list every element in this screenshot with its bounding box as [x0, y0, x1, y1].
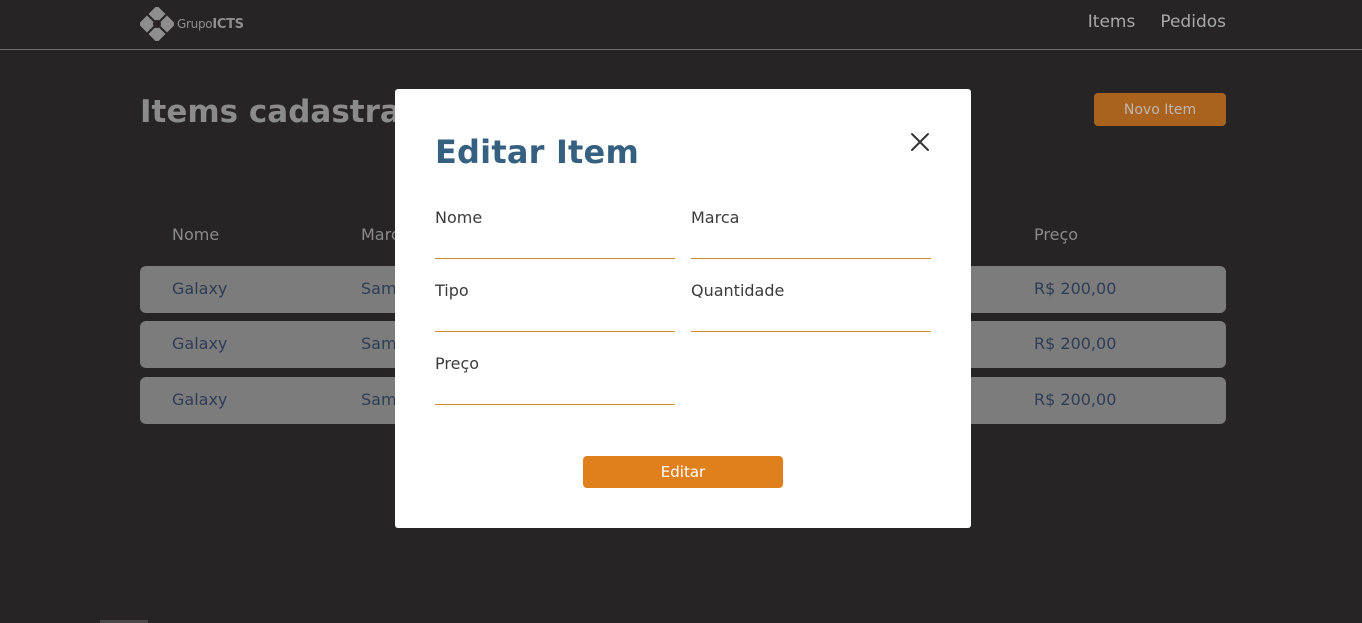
cell-nome: Galaxy: [172, 279, 228, 298]
logo-prefix: Grupo: [177, 16, 213, 31]
nome-input[interactable]: [435, 233, 675, 259]
nav-item-items[interactable]: Items: [1088, 12, 1136, 32]
close-icon: [911, 133, 929, 151]
edit-submit-button[interactable]: Editar: [583, 456, 783, 488]
field-nome: Nome: [435, 208, 675, 259]
cell-preco: R$ 200,00: [1034, 390, 1117, 409]
field-label-quantidade: Quantidade: [691, 281, 785, 300]
field-tipo: Tipo: [435, 281, 675, 332]
cell-nome: Galaxy: [172, 334, 228, 353]
logo-mark-icon: [140, 7, 174, 41]
tipo-input[interactable]: [435, 306, 675, 332]
column-header-preco: Preço: [1034, 225, 1079, 244]
field-label-preco: Preço: [435, 354, 480, 373]
field-label-nome: Nome: [435, 208, 483, 227]
quantidade-input[interactable]: [691, 306, 931, 332]
field-quantidade: Quantidade: [691, 281, 931, 332]
logo-brand: ICTS: [212, 16, 244, 32]
cell-preco: R$ 200,00: [1034, 279, 1117, 298]
field-label-marca: Marca: [691, 208, 740, 227]
new-item-button[interactable]: Novo Item: [1094, 93, 1226, 126]
nav-links: Items Pedidos: [1088, 12, 1226, 32]
marca-input[interactable]: [691, 233, 931, 259]
field-label-tipo: Tipo: [435, 281, 469, 300]
field-marca: Marca: [691, 208, 931, 259]
cell-nome: Galaxy: [172, 390, 228, 409]
edit-item-modal: Editar Item Nome Marca Tipo Quantidade P…: [395, 89, 971, 528]
top-navbar: GrupoICTS Items Pedidos: [0, 0, 1362, 50]
close-button[interactable]: [905, 127, 935, 157]
nav-item-pedidos[interactable]: Pedidos: [1160, 12, 1226, 32]
preco-input[interactable]: [435, 379, 675, 405]
column-header-nome: Nome: [172, 225, 220, 244]
logo[interactable]: GrupoICTS: [140, 7, 244, 41]
field-preco: Preço: [435, 354, 675, 405]
logo-text: GrupoICTS: [177, 17, 244, 32]
cell-preco: R$ 200,00: [1034, 334, 1117, 353]
modal-title: Editar Item: [435, 133, 639, 171]
